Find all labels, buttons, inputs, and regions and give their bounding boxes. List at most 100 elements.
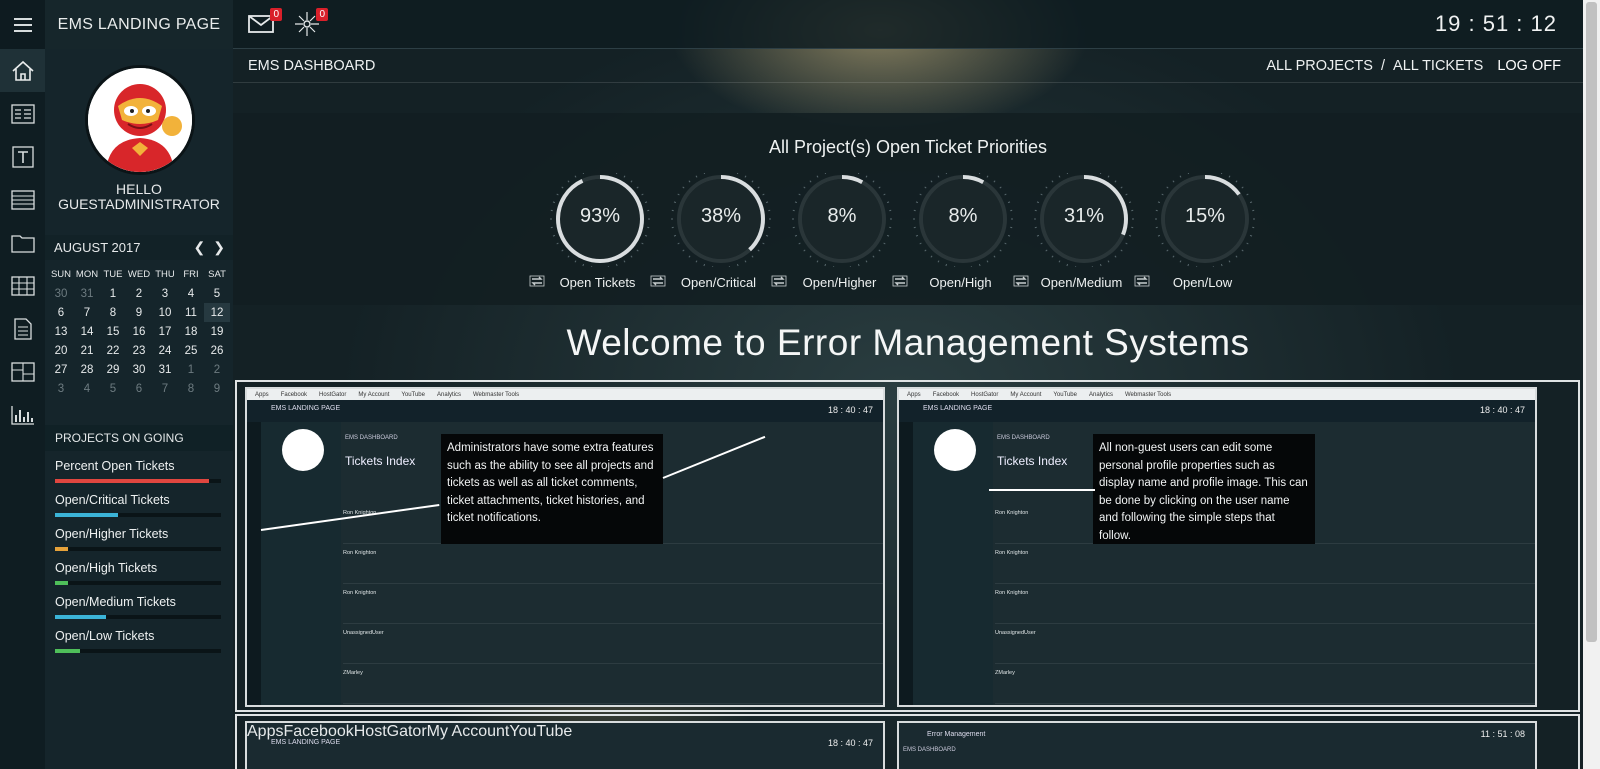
calendar-day[interactable]: 16 [126,322,152,341]
calendar-dow: TUE [103,269,123,280]
calendar-day[interactable]: 19 [204,322,230,341]
screenshot-table-row: ZMarley [995,664,1535,704]
screenshot-profile[interactable]: Apps Facebook HostGator My Account YouTube An… [897,387,1537,707]
rail-grid[interactable] [0,264,45,307]
page-scrollbar[interactable] [1583,0,1600,769]
dashboard-icon [10,361,35,382]
project-item[interactable]: Percent Open Tickets [55,459,223,493]
calendar-day[interactable]: 22 [100,341,126,360]
calendar-day[interactable]: 13 [48,322,74,341]
calendar-day[interactable]: 6 [48,303,74,322]
screenshot-table-row: Ron Knighton [343,584,883,624]
calendar-day[interactable]: 29 [100,360,126,379]
calendar-day[interactable]: 31 [152,360,178,379]
screenshot-cell: Ron Knighton [343,550,377,556]
hamburger-menu-icon[interactable] [0,0,45,49]
all-projects-link[interactable]: ALL PROJECTS [1266,58,1373,74]
project-item[interactable]: Open/Critical Tickets [55,493,223,527]
calendar-day[interactable]: 5 [100,379,126,398]
calendar-day[interactable]: 5 [204,284,230,303]
rail-home[interactable] [0,49,45,92]
calendar-day[interactable]: 10 [152,303,178,322]
priority-gauge: 31% Open/Medium [1013,173,1139,293]
calendar-day[interactable]: 2 [204,360,230,379]
calendar-day[interactable]: 17 [152,322,178,341]
project-item[interactable]: Open/Higher Tickets [55,527,223,561]
calendar-day[interactable]: 31 [74,284,100,303]
calendar-day[interactable]: 2 [126,284,152,303]
chevron-right-icon[interactable]: ❯ [213,239,225,256]
calendar-day[interactable]: 4 [74,379,100,398]
rail-text[interactable] [0,135,45,178]
project-label: Open/High Tickets [55,561,158,575]
project-item[interactable]: Open/Low Tickets [55,629,223,663]
superhero-avatar-icon [88,68,192,172]
mail-button[interactable]: 0 [246,8,282,38]
calendar-day[interactable]: 21 [74,341,100,360]
user-greeting[interactable]: HELLO GUESTADMINISTRATOR [45,182,233,212]
calendar-day[interactable]: 30 [126,360,152,379]
alerts-button[interactable]: 0 [292,8,328,38]
project-label: Open/Low Tickets [55,629,155,643]
calendar-day[interactable]: 23 [126,341,152,360]
calendar-day[interactable]: 9 [126,303,152,322]
scrollbar-thumb[interactable] [1586,2,1597,642]
calendar-day[interactable]: 27 [48,360,74,379]
calendar-day[interactable]: 3 [48,379,74,398]
top-bar: EMS LANDING PAGE 0 0 19 : 51 : 12 [0,0,1583,49]
calendar-day[interactable]: 6 [126,379,152,398]
rail-dashboard[interactable] [0,350,45,393]
calendar-day[interactable]: 26 [204,341,230,360]
bar-chart-icon [10,405,34,425]
calendar-day[interactable]: 15 [100,322,126,341]
calendar-day[interactable]: 8 [178,379,204,398]
project-item[interactable]: Open/High Tickets [55,561,223,595]
calendar-day[interactable]: 9 [204,379,230,398]
avatar[interactable] [85,65,195,175]
log-off-link[interactable]: LOG OFF [1497,58,1561,74]
screenshot-table-row: Ron Knighton [343,544,883,584]
browser-bookmarks-bar: Apps Facebook HostGator My Account YouTube An… [899,389,1535,400]
calendar-day[interactable]: 11 [178,303,204,322]
calendar-day[interactable]: 24 [152,341,178,360]
calendar-day[interactable]: 4 [178,284,204,303]
rail-document[interactable] [0,307,45,350]
calendar-day[interactable]: 7 [74,303,100,322]
screenshot-brand: EMS LANDING PAGE [271,739,341,746]
priorities-panel: All Project(s) Open Ticket Priorities 93… [233,113,1583,305]
calendar-day[interactable]: 1 [100,284,126,303]
projects-list: Percent Open Tickets Open/Critical Ticket… [55,459,223,663]
all-tickets-link[interactable]: ALL TICKETS [1393,58,1483,74]
calendar-day[interactable]: 28 [74,360,100,379]
user-name[interactable]: GUESTADMINISTRATOR [45,197,233,212]
calendar-day[interactable]: 8 [100,303,126,322]
screenshot-topbar [899,400,1535,422]
calendar-day[interactable]: 20 [48,341,74,360]
screenshot-table-row: UnassignedUser [343,624,883,664]
calendar-day[interactable]: 7 [152,379,178,398]
project-item[interactable]: Open/Medium Tickets [55,595,223,629]
rail-bar-chart[interactable] [0,393,45,436]
calendar-day[interactable]: 1 [178,360,204,379]
admin-callout: Administrators have some extra features … [441,434,663,544]
calendar-day[interactable]: 12 [204,303,230,322]
welcome-heading: Welcome to Error Management Systems [566,322,1250,363]
calendar-day[interactable]: 3 [152,284,178,303]
rail-list[interactable] [0,92,45,135]
screenshot-table-row: ZMarley [343,664,883,704]
calendar-day[interactable]: 30 [48,284,74,303]
rail-folder[interactable] [0,221,45,264]
calendar-day[interactable]: 14 [74,322,100,341]
chevron-left-icon[interactable]: ❮ [194,239,206,256]
calendar-day[interactable]: 18 [178,322,204,341]
mail-count-badge: 0 [270,8,282,21]
calendar-day[interactable]: 25 [178,341,204,360]
screenshot-thumb[interactable]: AppsFacebookHostGatorMy AccountYouTube E… [245,721,885,769]
brand-title[interactable]: EMS LANDING PAGE [45,0,233,49]
screenshot-admin[interactable]: Apps Facebook HostGator My Account YouTube An… [245,387,885,707]
screenshot-brand: EMS LANDING PAGE [271,405,341,412]
screenshot-thumb[interactable]: Error Management EMS DASHBOARD 11 : 51 :… [897,721,1537,769]
project-label: Percent Open Tickets [55,459,175,473]
calendar-dow: SUN [50,269,72,280]
rail-table-rows[interactable] [0,178,45,221]
